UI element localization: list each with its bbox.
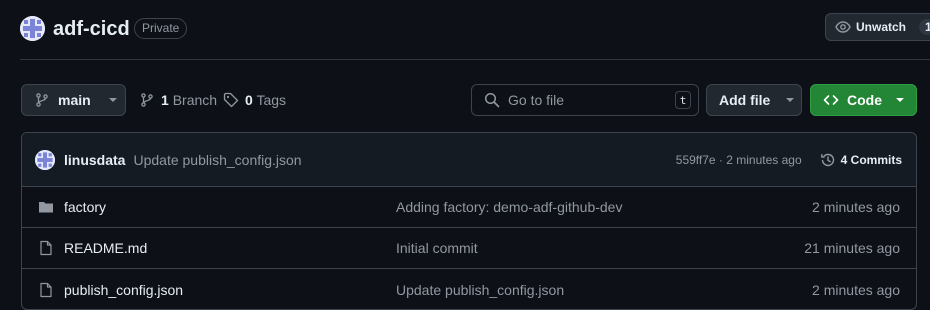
- commit-meta[interactable]: 559ff7e · 2 minutes ago: [676, 153, 802, 167]
- commit-author[interactable]: linusdata: [64, 152, 125, 168]
- add-file-label: Add file: [719, 92, 771, 108]
- branch-selector-button[interactable]: main: [21, 84, 126, 116]
- branches-link[interactable]: 1 Branch: [139, 92, 217, 108]
- git-branch-icon: [36, 93, 48, 107]
- branch-label: Branch: [172, 92, 218, 108]
- file-commit-time: 2 minutes ago: [812, 199, 900, 215]
- watch-count: 1: [919, 19, 930, 35]
- commits-label: 4 Commits: [840, 152, 902, 167]
- file-commit-time: 2 minutes ago: [812, 281, 900, 298]
- chevron-down-icon: [896, 98, 904, 102]
- visibility-badge: Private: [134, 18, 188, 39]
- identicon-icon: [20, 16, 45, 41]
- file-name[interactable]: README.md: [64, 240, 396, 256]
- search-placeholder: Go to file: [508, 92, 565, 108]
- git-branch-icon: [141, 93, 153, 107]
- file-commit-message[interactable]: Update publish_config.json: [396, 282, 812, 298]
- branch-count: 1: [161, 92, 169, 108]
- eye-icon: [835, 21, 851, 33]
- file-listing: linusdata Update publish_config.json 559…: [21, 132, 917, 310]
- unwatch-label: Unwatch: [856, 20, 907, 34]
- identicon-icon: [35, 149, 55, 170]
- file-name[interactable]: factory: [64, 199, 396, 215]
- code-label: Code: [847, 92, 882, 108]
- file-icon: [38, 282, 54, 298]
- table-row[interactable]: README.md Initial commit 21 minutes ago: [22, 228, 916, 269]
- repo-name[interactable]: adf-cicd: [53, 16, 130, 42]
- branch-name: main: [58, 92, 91, 108]
- tag-icon: [223, 92, 239, 108]
- file-commit-time: 21 minutes ago: [804, 240, 900, 256]
- history-icon: [820, 153, 834, 166]
- chevron-down-icon: [786, 98, 795, 102]
- header-divider: [20, 59, 930, 60]
- commits-history-link[interactable]: 4 Commits: [820, 152, 902, 168]
- author-avatar[interactable]: [35, 149, 55, 170]
- file-commit-message[interactable]: Initial commit: [396, 240, 804, 256]
- go-to-file-search[interactable]: Go to file t: [471, 84, 699, 116]
- table-row[interactable]: factory Adding factory: demo-adf-github-…: [22, 187, 916, 228]
- code-button[interactable]: Code: [810, 84, 917, 116]
- search-icon: [484, 92, 500, 108]
- repo-avatar[interactable]: [20, 16, 45, 41]
- chevron-down-icon: [108, 98, 117, 102]
- unwatch-button[interactable]: Unwatch 1: [825, 13, 930, 41]
- tag-count: 0: [245, 92, 253, 108]
- tags-link[interactable]: 0 Tags: [223, 92, 286, 108]
- folder-icon: [38, 199, 54, 215]
- file-name[interactable]: publish_config.json: [64, 282, 396, 298]
- latest-commit-bar: linusdata Update publish_config.json 559…: [22, 133, 916, 187]
- file-icon: [38, 240, 54, 256]
- shortcut-key: t: [675, 91, 691, 109]
- add-file-button[interactable]: Add file: [706, 84, 802, 116]
- tag-label: Tags: [256, 92, 287, 108]
- table-row[interactable]: publish_config.json Update publish_confi…: [22, 269, 916, 309]
- commit-message[interactable]: Update publish_config.json: [133, 152, 301, 168]
- file-commit-message[interactable]: Adding factory: demo-adf-github-dev: [396, 199, 812, 215]
- code-icon: [823, 95, 839, 105]
